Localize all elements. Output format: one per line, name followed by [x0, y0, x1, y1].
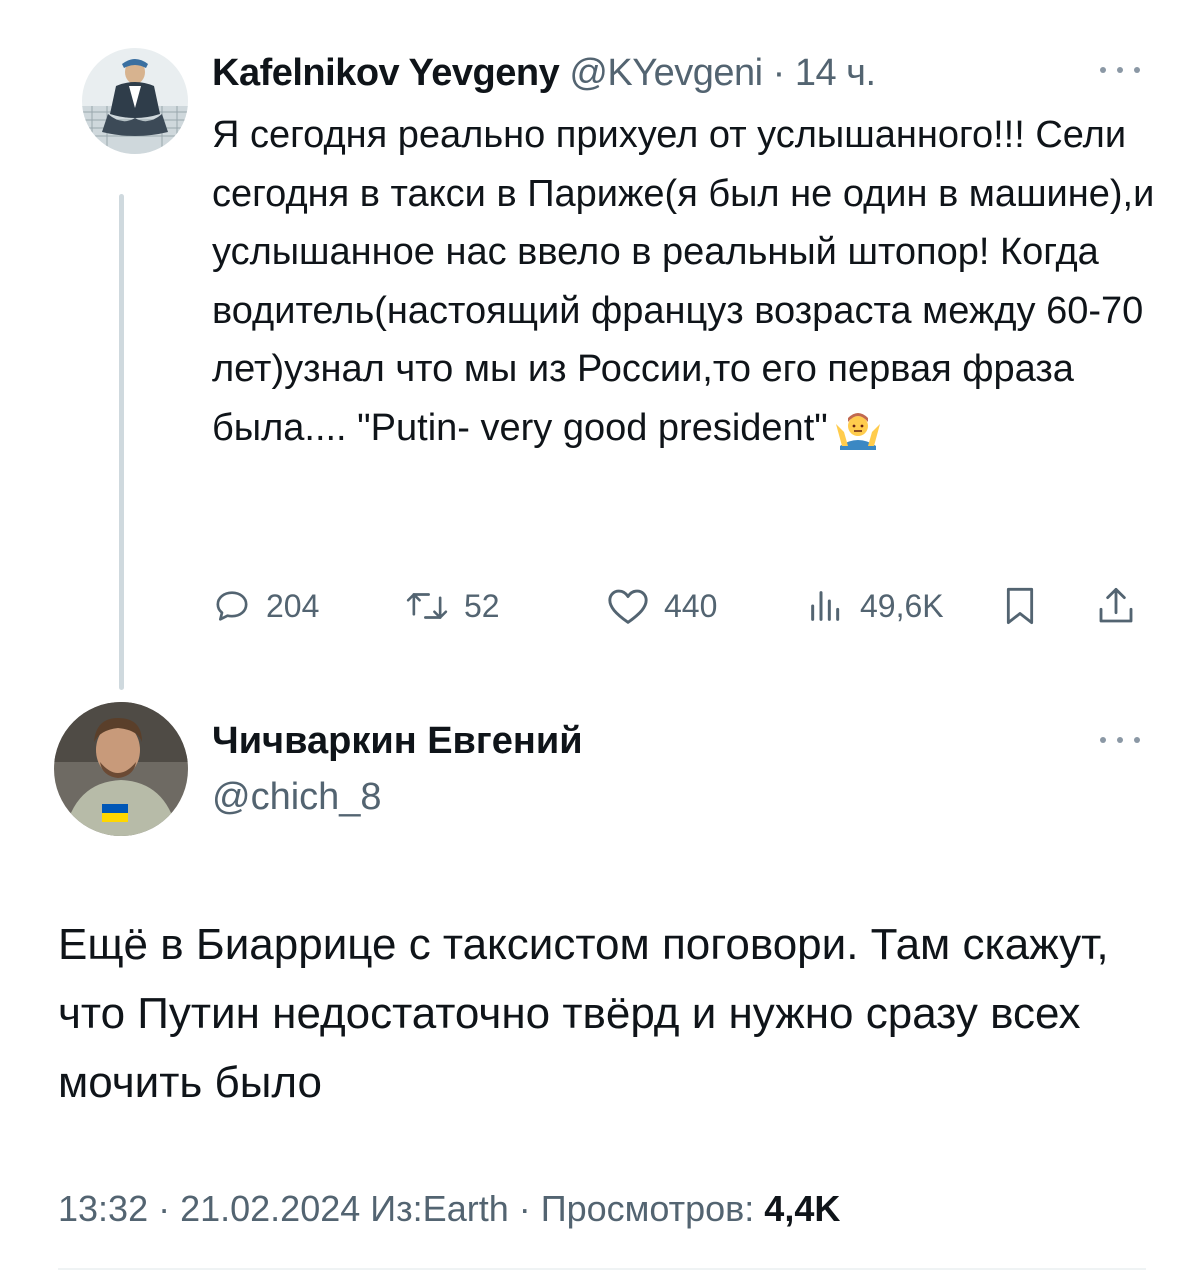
more-icon[interactable]: [1100, 734, 1140, 746]
views-label: Просмотров:: [540, 1188, 765, 1229]
tweet-text-body: Я сегодня реально прихуел от услышанного…: [212, 114, 1155, 449]
heart-icon: [608, 589, 648, 624]
tweet-source: Из:Earth: [370, 1188, 509, 1229]
author-name[interactable]: Kafelnikov Yevgeny: [212, 52, 560, 94]
author-handle[interactable]: @KYevgeni: [569, 52, 763, 94]
meta-separator: ·: [508, 1188, 541, 1229]
like-button[interactable]: 440: [606, 584, 717, 628]
divider: [58, 1268, 1146, 1270]
author-avatar[interactable]: [82, 48, 188, 154]
thread-connector-line: [119, 194, 124, 690]
reply-author-handle[interactable]: @chich_8: [212, 774, 382, 820]
views-button[interactable]: 49,6K: [806, 584, 944, 628]
avatar-photo: [82, 48, 188, 154]
retweet-count: 52: [464, 587, 500, 624]
like-count: 440: [664, 587, 718, 624]
tweet-date[interactable]: 21.02.2024: [180, 1188, 360, 1229]
header-separator: ·: [762, 52, 795, 94]
reply-count: 204: [266, 587, 320, 624]
reply-tweet-text: Ещё в Биаррице с таксистом поговори. Там…: [58, 920, 1109, 1107]
share-button[interactable]: [1096, 584, 1136, 628]
views-icon: [811, 591, 840, 621]
views-count: 49,6K: [860, 587, 944, 624]
reply-author-avatar[interactable]: [54, 702, 188, 836]
reply-icon: [216, 591, 248, 621]
tweet-timestamp[interactable]: 14 ч.: [795, 52, 876, 94]
bookmark-button[interactable]: [1000, 584, 1040, 628]
tweet-time[interactable]: 13:32: [58, 1188, 148, 1229]
meta-separator: ·: [148, 1188, 181, 1229]
share-icon: [1099, 587, 1133, 623]
man-shrugging-emoji: [835, 412, 880, 450]
tweet-header: Kafelnikov Yevgeny @KYevgeni · 14 ч.: [212, 50, 876, 96]
reply-author-name[interactable]: Чичваркин Евгений: [212, 718, 583, 764]
avatar-photo: [54, 702, 188, 836]
views-total[interactable]: 4,4K: [764, 1188, 840, 1229]
reply-button[interactable]: 204: [212, 584, 319, 628]
tweet-text: Я сегодня реально прихуел от услышанного…: [212, 106, 1172, 457]
more-icon[interactable]: [1100, 64, 1140, 76]
tweet-meta: 13:32 · 21.02.2024 Из:Earth · Просмотров…: [58, 1186, 840, 1232]
retweet-icon: [406, 593, 448, 619]
bookmark-icon: [1006, 587, 1034, 625]
retweet-button[interactable]: 52: [404, 584, 500, 628]
